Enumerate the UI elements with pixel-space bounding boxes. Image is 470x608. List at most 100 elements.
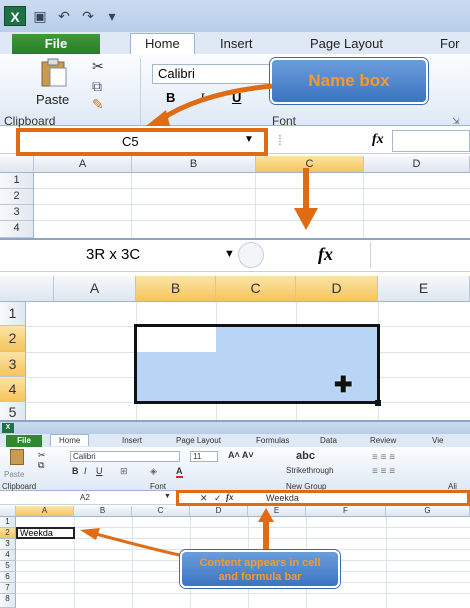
row-header-selected[interactable]: 2	[0, 528, 16, 539]
strikethrough-button[interactable]: Strikethrough	[286, 466, 334, 475]
row-header[interactable]: 4	[0, 550, 16, 561]
font-name-box[interactable]: Calibri	[70, 451, 180, 462]
tab-data[interactable]: Data	[320, 436, 337, 445]
paste-icon[interactable]	[38, 58, 70, 88]
name-box-dropdown-icon[interactable]: ▼	[224, 248, 235, 260]
tab-insert[interactable]: Insert	[220, 36, 253, 51]
enter-icon[interactable]: ✓	[214, 493, 222, 504]
column-header[interactable]: A	[34, 156, 132, 173]
column-header[interactable]: E	[378, 276, 470, 302]
up-arrow-icon	[258, 508, 274, 554]
gridline	[34, 220, 470, 221]
tab-page-layout[interactable]: Page Layout	[176, 436, 221, 445]
tab-home[interactable]: Home	[50, 434, 90, 446]
font-color-icon[interactable]: A	[176, 466, 183, 478]
column-header-selected[interactable]: B	[136, 276, 216, 302]
column-header[interactable]: B	[74, 506, 132, 517]
formula-input[interactable]	[370, 242, 470, 268]
paste-button[interactable]: Paste	[36, 92, 69, 107]
column-header-selected[interactable]: A	[16, 506, 74, 517]
row-header[interactable]: 3	[0, 205, 34, 221]
cut-icon[interactable]: ✂	[92, 58, 104, 75]
bold-icon[interactable]: B	[72, 466, 79, 476]
tab-formulas[interactable]: For	[440, 36, 460, 51]
column-header[interactable]: C	[132, 506, 190, 517]
copy-icon[interactable]: ⧉	[92, 78, 102, 95]
row-header-selected[interactable]: 2	[0, 326, 26, 352]
row-header[interactable]: 4	[0, 221, 34, 238]
formula-input[interactable]	[392, 130, 470, 152]
tab-view[interactable]: Vie	[432, 436, 443, 445]
name-box-dropdown-icon[interactable]: ▼	[244, 134, 254, 145]
row-header[interactable]: 7	[0, 583, 16, 594]
fill-handle[interactable]	[375, 400, 381, 406]
select-all-corner[interactable]	[0, 156, 34, 173]
insert-function-icon[interactable]: fx	[226, 492, 234, 502]
paste-icon[interactable]	[10, 449, 24, 465]
grow-font-icon[interactable]: A˄ A˅	[228, 450, 254, 460]
name-box-splitter[interactable]	[238, 242, 264, 268]
column-header[interactable]: A	[54, 276, 136, 302]
row-header[interactable]: 1	[0, 302, 26, 326]
row-header[interactable]: 3	[0, 539, 16, 550]
tab-file[interactable]: File	[6, 435, 42, 447]
column-header[interactable]: D	[190, 506, 248, 517]
range-selection-panel: 3R x 3C ▼ fx A B C D E 1 2 3 4 5 ✚	[0, 238, 470, 420]
cancel-icon[interactable]: ✕	[200, 493, 208, 504]
row-header[interactable]: 5	[0, 561, 16, 572]
tab-page-layout[interactable]: Page Layout	[310, 36, 383, 51]
borders-icon[interactable]: ⊞	[120, 466, 128, 477]
column-header-selected[interactable]: C	[216, 276, 296, 302]
column-header[interactable]: G	[386, 506, 470, 517]
row-header[interactable]: 5	[0, 402, 26, 420]
formula-input[interactable]: Weekda	[266, 493, 299, 503]
format-painter-icon[interactable]: ✎	[92, 96, 104, 113]
insert-function-icon[interactable]: fx	[318, 244, 333, 265]
tab-formulas[interactable]: Formulas	[256, 436, 289, 445]
style-sample[interactable]: abc	[296, 450, 315, 462]
column-header[interactable]: F	[306, 506, 386, 517]
active-cell[interactable]: Weekda	[16, 527, 75, 539]
clipboard-group-label: Clipboard	[2, 482, 37, 491]
row-header[interactable]: 6	[0, 572, 16, 583]
italic-icon[interactable]: I	[84, 466, 87, 476]
select-all-corner[interactable]	[0, 276, 54, 302]
gridline	[34, 188, 470, 189]
save-icon[interactable]: ▣	[30, 7, 50, 25]
paste-button[interactable]: Paste	[4, 470, 24, 479]
row-header-selected[interactable]: 3	[0, 352, 26, 377]
copy-icon[interactable]: ⧉	[38, 460, 44, 471]
row-header-selected[interactable]: 4	[0, 377, 26, 402]
underline-icon[interactable]: U	[96, 466, 103, 476]
row-header[interactable]: 1	[0, 517, 16, 528]
column-header[interactable]: D	[364, 156, 470, 173]
select-all-corner[interactable]	[0, 506, 16, 517]
name-box[interactable]: 3R x 3C	[86, 246, 140, 263]
tab-file[interactable]: File	[12, 34, 100, 54]
gridline	[386, 517, 387, 608]
name-box[interactable]: C5	[122, 134, 139, 149]
customize-toolbar-icon[interactable]: ▾	[102, 7, 122, 25]
name-box-dropdown-icon[interactable]: ▼	[164, 493, 171, 500]
redo-icon[interactable]: ↷	[78, 7, 98, 25]
content-callout: Content appears in cell and formula bar	[180, 550, 340, 588]
font-size-box[interactable]: 11	[190, 451, 218, 462]
align-icon[interactable]: ≡ ≡ ≡	[372, 452, 395, 463]
tab-review[interactable]: Review	[370, 436, 396, 445]
tab-insert[interactable]: Insert	[122, 436, 142, 445]
insert-function-icon[interactable]: fx	[372, 132, 384, 148]
tab-home[interactable]: Home	[130, 33, 195, 55]
dialog-launcher-icon[interactable]: ⇲	[452, 116, 460, 127]
row-header[interactable]: 8	[0, 594, 16, 608]
fill-color-icon[interactable]: ◈	[150, 466, 157, 477]
quick-access-toolbar: X ▣ ↶ ↷ ▾	[4, 5, 122, 27]
gridline	[363, 173, 364, 238]
cross-cursor-icon: ✚	[334, 372, 353, 397]
indent-icon[interactable]: ≡ ≡ ≡	[372, 466, 395, 477]
column-header-selected[interactable]: D	[296, 276, 378, 302]
row-header[interactable]: 2	[0, 189, 34, 205]
undo-icon[interactable]: ↶	[54, 7, 74, 25]
column-header[interactable]: B	[132, 156, 256, 173]
row-header[interactable]: 1	[0, 173, 34, 189]
name-box[interactable]: A2	[80, 493, 90, 502]
